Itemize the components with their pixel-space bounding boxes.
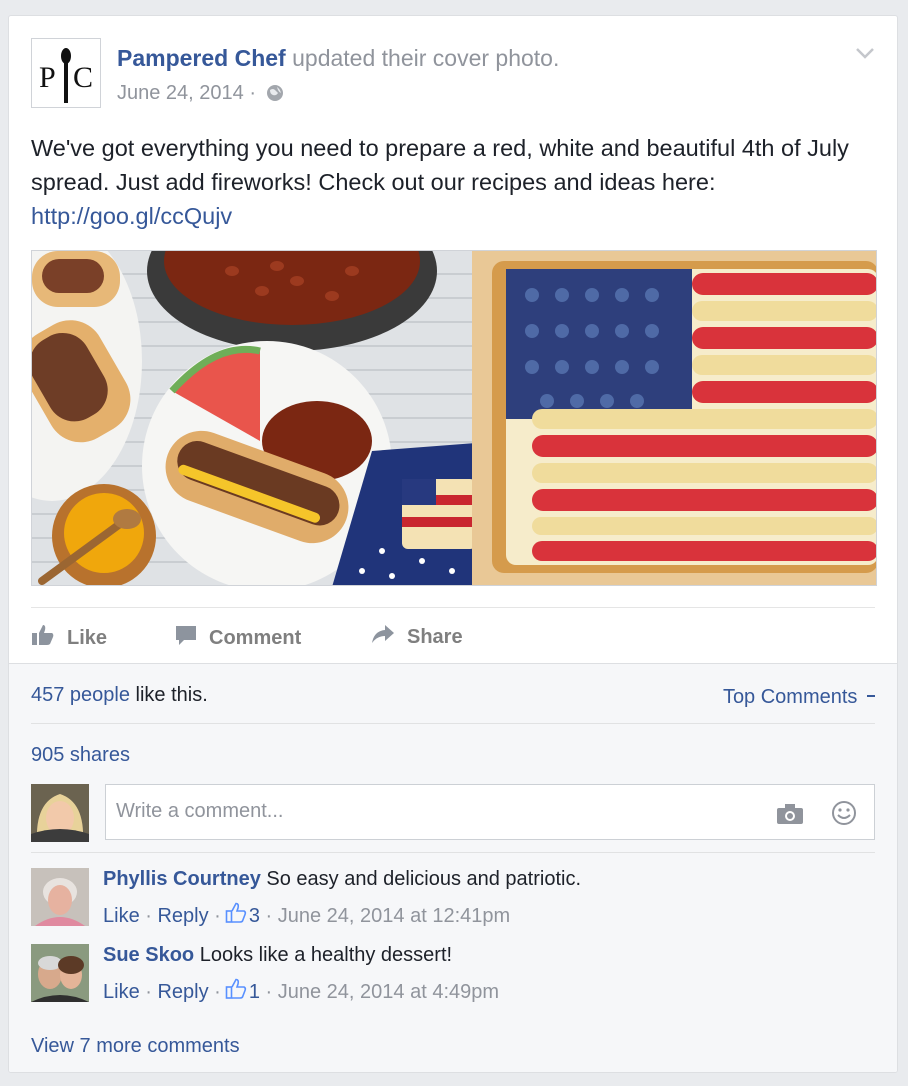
- post-action-text: updated their cover photo.: [292, 45, 560, 71]
- comment-body: Phyllis Courtney So easy and delicious a…: [103, 868, 581, 891]
- comment-button-label: Comment: [209, 626, 302, 649]
- post-meta: June 24, 2014 ·: [117, 81, 284, 108]
- logo-letter-c: C: [73, 61, 93, 94]
- comment-item: Phyllis Courtney So easy and delicious a…: [31, 868, 875, 932]
- page-avatar-logo[interactable]: P C: [31, 38, 101, 108]
- like-icon: [31, 624, 67, 652]
- commenter-avatar[interactable]: [31, 944, 89, 1002]
- share-icon: [371, 624, 407, 650]
- comment-footer: Like · Reply · 1 · June 24, 2014 at 4:49…: [103, 978, 499, 1006]
- comment-text: Looks like a healthy dessert!: [199, 944, 453, 966]
- current-user-avatar[interactable]: [31, 784, 89, 842]
- commenter-name[interactable]: Sue Skoo: [103, 944, 194, 966]
- cover-photo[interactable]: [31, 250, 877, 586]
- comment-like-link[interactable]: Like: [103, 905, 140, 928]
- post-title-line: Pampered Chef updated their cover photo.: [117, 44, 559, 72]
- comment-body: Sue Skoo Looks like a healthy dessert!: [103, 944, 452, 967]
- chevron-down-icon[interactable]: [855, 46, 875, 65]
- camera-icon[interactable]: [776, 803, 804, 830]
- commenter-avatar[interactable]: [31, 868, 89, 926]
- post-text: We've got everything you need to prepare…: [31, 131, 881, 233]
- likes-count-link[interactable]: 457 people: [31, 684, 130, 706]
- comment-composer: Write a comment...: [31, 784, 875, 853]
- page-name-link[interactable]: Pampered Chef: [117, 45, 286, 71]
- post-date[interactable]: June 24, 2014: [117, 82, 244, 104]
- view-more-comments-link[interactable]: View 7 more comments: [31, 1035, 240, 1058]
- comment-button[interactable]: Comment: [175, 624, 301, 652]
- logo-letter-p: P: [39, 61, 56, 94]
- post-header: P C Pampered Chef updated their cover ph…: [31, 38, 875, 110]
- post-card: P C Pampered Chef updated their cover ph…: [8, 15, 898, 1073]
- share-button[interactable]: Share: [371, 624, 463, 650]
- shares-count-link[interactable]: 905 shares: [31, 744, 130, 767]
- likes-suffix: like this.: [129, 684, 208, 706]
- post-url-link[interactable]: http://goo.gl/ccQujv: [31, 203, 232, 229]
- comment-reply-link[interactable]: Reply: [157, 981, 208, 1004]
- likes-summary: 457 people like this.: [31, 684, 208, 707]
- top-comments-dropdown[interactable]: Top Comments: [723, 686, 875, 709]
- comment-input[interactable]: Write a comment...: [105, 784, 875, 840]
- comment-input-placeholder: Write a comment...: [116, 800, 284, 822]
- comment-like-link[interactable]: Like: [103, 981, 140, 1004]
- top-comments-label: Top Comments: [722, 686, 858, 708]
- comment-timestamp[interactable]: June 24, 2014 at 12:41pm: [278, 905, 510, 928]
- comment-text: So easy and delicious and patriotic.: [266, 868, 582, 890]
- thumbs-up-icon: [225, 978, 247, 1006]
- feedback-section: 457 people like this. Top Comments 905 s…: [9, 663, 897, 1072]
- globe-icon[interactable]: [266, 84, 284, 108]
- like-button-label: Like: [67, 626, 108, 649]
- comment-reply-link[interactable]: Reply: [157, 905, 208, 928]
- comment-timestamp[interactable]: June 24, 2014 at 4:49pm: [278, 981, 499, 1004]
- meta-separator: ·: [249, 82, 257, 104]
- like-button[interactable]: Like: [31, 624, 107, 652]
- comment-item: Sue Skoo Looks like a healthy dessert! L…: [31, 944, 875, 1008]
- thumbs-up-icon: [225, 902, 247, 930]
- post-body-text: We've got everything you need to prepare…: [31, 135, 849, 195]
- comment-like-count[interactable]: 1: [249, 981, 260, 1004]
- comment-icon: [175, 624, 209, 652]
- comment-like-count[interactable]: 3: [249, 905, 260, 928]
- dropdown-caret-icon: [867, 695, 875, 697]
- commenter-name[interactable]: Phyllis Courtney: [103, 868, 261, 890]
- comment-footer: Like · Reply · 3 · June 24, 2014 at 12:4…: [103, 902, 510, 930]
- post-action-bar: Like Comment Share: [31, 607, 875, 663]
- likes-row: 457 people like this. Top Comments: [31, 664, 875, 724]
- share-button-label: Share: [407, 625, 463, 648]
- smiley-icon[interactable]: [831, 800, 857, 831]
